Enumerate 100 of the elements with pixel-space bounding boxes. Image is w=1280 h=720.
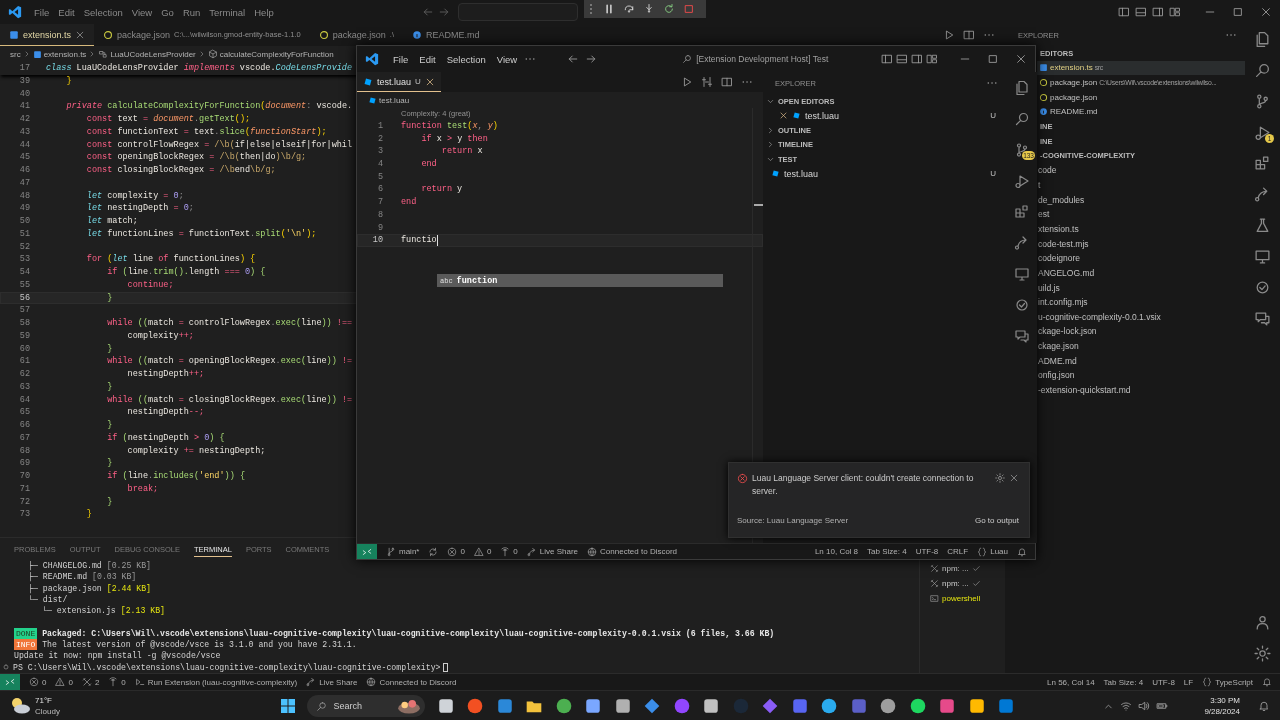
terminal-item[interactable]: npm: ... <box>920 561 1005 576</box>
app-icon[interactable] <box>613 697 632 715</box>
status-item[interactable]: Live Share <box>306 677 358 687</box>
explorer-item[interactable]: package.json <box>1037 89 1245 105</box>
app-icon[interactable] <box>702 697 721 715</box>
terminal-item[interactable]: powershell <box>920 591 1005 606</box>
search-icon[interactable] <box>1254 62 1271 79</box>
play-icon[interactable] <box>943 29 955 41</box>
breadcrumb[interactable]: calculateComplexityForFunction <box>207 49 334 59</box>
explorer-item[interactable]: ADME.md <box>1037 353 1245 369</box>
step-into-icon[interactable] <box>643 3 655 15</box>
explorer-item[interactable]: -extension-quickstart.md <box>1037 382 1245 398</box>
explorer-item[interactable]: onfig.json <box>1037 368 1245 383</box>
files-icon[interactable] <box>1254 31 1271 48</box>
customize-layout-icon[interactable] <box>926 53 938 65</box>
menu-item[interactable]: Selection <box>442 53 490 65</box>
menu-item[interactable]: Selection <box>79 6 127 18</box>
pause-icon[interactable] <box>603 3 615 15</box>
app-icon[interactable] <box>820 697 839 715</box>
source-control-icon[interactable] <box>1254 93 1271 110</box>
clock-time[interactable]: 3:30 PM <box>1210 695 1240 706</box>
monitor-icon[interactable] <box>1254 248 1271 265</box>
files-icon[interactable] <box>1013 79 1030 96</box>
secondary-sidebar-icon[interactable] <box>911 53 923 65</box>
sidebar-layout-icon[interactable] <box>881 53 893 65</box>
flask-icon[interactable] <box>1254 217 1271 234</box>
play-icon[interactable] <box>681 76 693 88</box>
close-icon[interactable] <box>424 76 435 87</box>
app-icon[interactable] <box>643 697 662 715</box>
app-icon[interactable] <box>495 697 514 715</box>
status-item[interactable]: 0 <box>29 677 47 687</box>
menu-item[interactable]: File <box>30 6 54 18</box>
status-item[interactable]: 0 <box>500 546 518 557</box>
status-item[interactable]: 0 <box>108 677 126 687</box>
monitor-icon[interactable] <box>1013 265 1030 282</box>
app-icon[interactable] <box>584 697 603 715</box>
explorer-item[interactable]: README.md <box>1037 104 1245 120</box>
close-icon[interactable] <box>75 29 86 40</box>
app-icon[interactable] <box>908 697 927 715</box>
explorer-item[interactable]: ckage.json <box>1037 338 1245 354</box>
status-item[interactable]: Run Extension (luau-cognitive-complexity) <box>134 677 298 687</box>
status-item[interactable] <box>0 674 20 690</box>
maximize-icon[interactable] <box>987 53 999 65</box>
status-item[interactable]: Ln 10, Col 8 <box>814 547 859 556</box>
status-item[interactable]: Connected to Discord <box>366 677 457 687</box>
clock-date[interactable]: 9/28/2024 <box>1204 706 1240 717</box>
breadcrumb[interactable]: extension.ts <box>32 49 87 59</box>
sidebar-layout-icon[interactable] <box>1118 6 1130 18</box>
status-item[interactable]: 2 <box>81 677 100 687</box>
battery-icon[interactable] <box>1156 700 1169 712</box>
menu-item[interactable]: View <box>127 6 157 18</box>
status-item[interactable]: Live Share <box>526 546 579 557</box>
status-item[interactable]: main* <box>386 546 420 557</box>
split-editor-icon[interactable] <box>963 29 975 41</box>
windows-logo-icon[interactable] <box>279 698 296 714</box>
arrow-right-icon[interactable] <box>585 53 598 65</box>
search-field[interactable]: Search <box>307 695 426 717</box>
explorer-item[interactable]: xtension.ts <box>1037 221 1245 237</box>
status-item[interactable]: TypeScript <box>1202 677 1253 687</box>
close-icon[interactable] <box>1015 53 1027 65</box>
menu-item[interactable]: Go <box>157 6 178 18</box>
compare-icon[interactable] <box>701 76 713 88</box>
explorer-item[interactable]: u-cognitive-complexity-0.0.1.vsix <box>1037 309 1245 325</box>
explorer-item[interactable]: est <box>1037 207 1245 222</box>
close-icon[interactable] <box>779 111 788 121</box>
extensions-icon[interactable] <box>1013 203 1030 220</box>
close-icon[interactable] <box>1260 6 1272 18</box>
split-editor-icon[interactable] <box>721 76 733 88</box>
editor-tab[interactable]: README.md <box>403 24 489 46</box>
bell-icon[interactable] <box>1258 700 1270 712</box>
explorer-item[interactable]: uild.js <box>1037 280 1245 295</box>
menu-item[interactable]: Edit <box>54 6 79 18</box>
status-item[interactable]: Ln 56, Col 14 <box>1047 677 1095 687</box>
status-item[interactable]: 0 <box>447 546 465 557</box>
explorer-item[interactable]: t <box>1037 177 1245 193</box>
menu-item[interactable]: Edit <box>415 53 440 65</box>
arrow-left-icon[interactable] <box>567 53 580 65</box>
menu-item[interactable]: Terminal <box>205 6 250 18</box>
app-icon[interactable] <box>938 697 957 715</box>
stop-icon[interactable] <box>683 3 695 15</box>
panel-layout-icon[interactable] <box>896 53 908 65</box>
app-icon[interactable] <box>879 697 898 715</box>
breadcrumb[interactable]: LuaUCodeLensProvider <box>98 49 196 59</box>
app-icon[interactable] <box>466 697 485 715</box>
status-item[interactable]: 0 <box>473 546 492 557</box>
status-item[interactable]: Connected to Discord <box>587 546 677 557</box>
menu-item[interactable]: Run <box>178 6 205 18</box>
explorer-item[interactable]: ANGELOG.md <box>1037 265 1245 281</box>
breadcrumb[interactable]: test.luau <box>368 95 410 105</box>
maximize-icon[interactable] <box>1232 6 1244 18</box>
status-item[interactable]: 0 <box>55 677 73 687</box>
status-item[interactable]: Luau <box>977 546 1008 557</box>
account-icon[interactable] <box>1254 614 1271 631</box>
breadcrumb[interactable]: src <box>10 49 21 59</box>
step-over-icon[interactable] <box>623 3 635 15</box>
explorer-item[interactable]: de_modules <box>1037 192 1245 208</box>
status-item[interactable]: Tab Size: 4 <box>1103 677 1144 687</box>
chat-icon[interactable] <box>1254 310 1271 327</box>
terminal-item[interactable]: npm: ... <box>920 576 1005 591</box>
menu-item[interactable]: File <box>389 53 413 65</box>
